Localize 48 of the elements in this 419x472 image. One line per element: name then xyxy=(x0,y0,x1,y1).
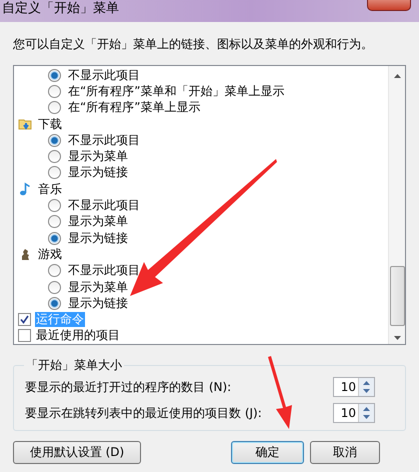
option-label: 不显示此项目 xyxy=(67,198,141,214)
option-label: 显示为链接 xyxy=(67,296,129,311)
radio-button[interactable] xyxy=(48,264,61,278)
description-text: 您可以自定义「开始」菜单上的链接、图标以及菜单的外观和行为。 xyxy=(13,36,374,53)
checkbox[interactable] xyxy=(18,329,31,342)
category-label: 下载 xyxy=(37,116,63,132)
option-label: 显示为菜单 xyxy=(67,149,129,164)
checkmark-icon xyxy=(20,315,29,324)
option-label[interactable]: 最近使用的项目 xyxy=(35,328,121,344)
radio-button[interactable] xyxy=(48,280,61,294)
category-label: 音乐 xyxy=(37,182,63,197)
radio-button[interactable] xyxy=(48,101,61,114)
dialog-button[interactable]: 确定 xyxy=(231,441,304,464)
option-label: 不显示此项目 xyxy=(67,263,141,278)
option-label: 在“所有程序”菜单和「开始」菜单上显示 xyxy=(67,84,286,99)
scroll-up-icon[interactable] xyxy=(394,74,400,78)
number-spinner[interactable]: 10 xyxy=(333,377,375,397)
radio-button[interactable] xyxy=(48,215,61,228)
option-label: 显示为菜单 xyxy=(67,280,129,294)
radio-button[interactable] xyxy=(48,134,61,147)
music-note-icon xyxy=(18,182,32,196)
setting-label: 要显示在跳转列表中的最近使用的项目数 (J): xyxy=(24,406,263,420)
radio-button[interactable] xyxy=(48,199,61,212)
radio-button[interactable] xyxy=(48,166,61,180)
category-label: 游戏 xyxy=(37,246,63,262)
number-spinner[interactable]: 10 xyxy=(333,403,375,423)
option-label: 显示为菜单 xyxy=(67,214,129,230)
option-label: 在“所有程序”菜单上显示 xyxy=(67,100,202,116)
group-title: 「开始」菜单大小 xyxy=(25,357,123,374)
close-button[interactable] xyxy=(367,0,411,11)
window-title: 自定义「开始」菜单 xyxy=(2,1,119,17)
radio-button[interactable] xyxy=(48,296,61,310)
scroll-thumb[interactable] xyxy=(390,266,404,326)
option-label: 显示为链接 xyxy=(67,230,129,246)
folder-icon xyxy=(18,117,32,132)
scroll-down-icon[interactable] xyxy=(394,336,400,340)
radio-button[interactable] xyxy=(48,150,61,164)
scrollbar[interactable] xyxy=(388,66,405,344)
radio-button[interactable] xyxy=(48,232,61,245)
radio-button[interactable] xyxy=(48,84,61,98)
setting-label: 要显示的最近打开过的程序的数目 (N): xyxy=(24,380,232,394)
radio-button[interactable] xyxy=(48,68,61,82)
dialog-button[interactable]: 使用默认设置 (D) xyxy=(13,441,141,464)
checkbox[interactable] xyxy=(18,313,31,326)
dialog-button[interactable]: 取消 xyxy=(310,441,380,464)
option-label: 显示为链接 xyxy=(67,165,129,180)
option-label: 不显示此项目 xyxy=(67,132,141,148)
option-label: 不显示此项目 xyxy=(67,68,141,83)
